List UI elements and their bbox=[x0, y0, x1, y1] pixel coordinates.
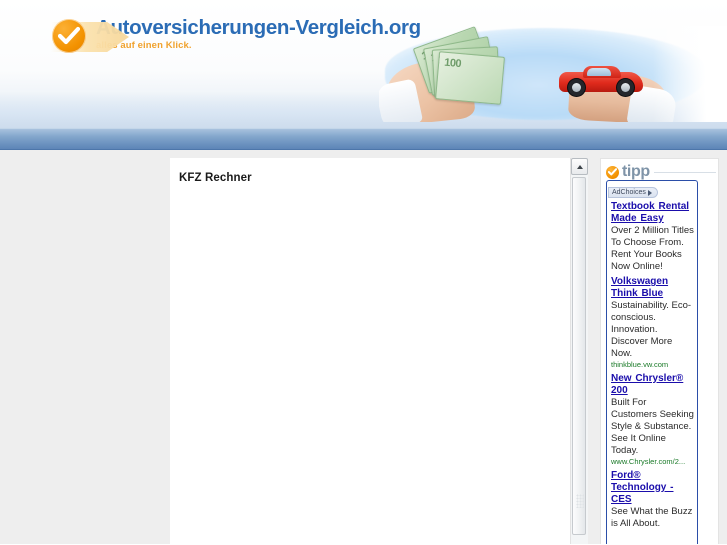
car-windshield bbox=[587, 68, 611, 76]
adchoices-label: AdChoices bbox=[612, 189, 646, 196]
scrollbar-track[interactable] bbox=[571, 175, 588, 544]
list-item: Volkswagen Think Blue Sustainability. Ec… bbox=[611, 276, 694, 370]
content-scrollbar[interactable] bbox=[570, 158, 588, 544]
tipp-divider bbox=[653, 171, 716, 173]
adchoices-badge[interactable]: AdChoices bbox=[608, 187, 658, 198]
ad-unit: AdChoices Textbook Rental Made Easy Over… bbox=[606, 180, 698, 544]
banknote: 100 bbox=[435, 51, 505, 105]
main-navigation-bar[interactable] bbox=[0, 128, 727, 150]
ad-title-link[interactable]: Volkswagen Think Blue bbox=[611, 276, 694, 300]
main-content-frame: KFZ Rechner bbox=[170, 158, 570, 544]
logo-text-block: Autoversicherungen-Vergleich.org alles a… bbox=[96, 16, 421, 51]
list-item: New Chrysler® 200 Built For Customers Se… bbox=[611, 373, 694, 467]
page-body: KFZ Rechner tipp AdChoices Textbook Rent… bbox=[0, 150, 727, 544]
tipp-label: tipp bbox=[622, 163, 650, 180]
checkmark-icon bbox=[606, 165, 619, 179]
scroll-up-arrow-icon[interactable] bbox=[571, 158, 588, 175]
ad-sidebar-panel: tipp AdChoices Textbook Rental Made Easy… bbox=[600, 158, 719, 544]
ad-description: Built For Customers Seeking Style & Subs… bbox=[611, 397, 694, 456]
hero-illustration: 100 100 100 100 bbox=[379, 26, 727, 122]
content-heading: KFZ Rechner bbox=[179, 172, 252, 184]
ad-description: Over 2 Million Titles To Choose From. Re… bbox=[611, 225, 694, 272]
ad-list: Textbook Rental Made Easy Over 2 Million… bbox=[607, 199, 697, 530]
list-item: Textbook Rental Made Easy Over 2 Million… bbox=[611, 201, 694, 273]
ad-description: See What the Buzz is All About. bbox=[611, 506, 693, 529]
scrollbar-thumb[interactable] bbox=[572, 177, 586, 535]
car-wheel bbox=[617, 79, 634, 96]
car-wheel bbox=[568, 79, 585, 96]
adchoices-triangle-icon bbox=[647, 189, 652, 196]
site-header: 100 100 100 100 Autoversicherungen-Vergl… bbox=[0, 0, 727, 128]
banknote-value: 100 bbox=[443, 56, 462, 71]
logo-tagline: alles auf einen Klick. bbox=[96, 39, 192, 51]
scroll-up-arrow-glyph bbox=[576, 164, 583, 169]
list-item: Ford® Technology - CES See What the Buzz… bbox=[611, 470, 694, 530]
calculator-form-area bbox=[170, 184, 570, 504]
scrollbar-grip-icon bbox=[576, 494, 584, 508]
checkmark-icon bbox=[52, 19, 86, 53]
page-title: Autoversicherungen-Vergleich.org bbox=[96, 16, 421, 39]
site-logo[interactable]: Autoversicherungen-Vergleich.org alles a… bbox=[51, 16, 421, 53]
ad-title-link[interactable]: Ford® Technology - CES bbox=[611, 470, 694, 506]
ad-display-url[interactable]: thinkblue.vw.com bbox=[611, 360, 694, 370]
ad-title-link[interactable]: New Chrysler® 200 bbox=[611, 373, 694, 397]
ad-display-url[interactable]: www.Chrysler.com/2... bbox=[611, 457, 694, 467]
tipp-header: tipp bbox=[601, 159, 718, 182]
ad-description: Sustainability. Eco-conscious. Innovatio… bbox=[611, 300, 692, 359]
red-car-icon bbox=[559, 66, 643, 96]
hero-fade-overlay bbox=[653, 26, 727, 122]
ad-title-link[interactable]: Textbook Rental Made Easy bbox=[611, 201, 694, 225]
